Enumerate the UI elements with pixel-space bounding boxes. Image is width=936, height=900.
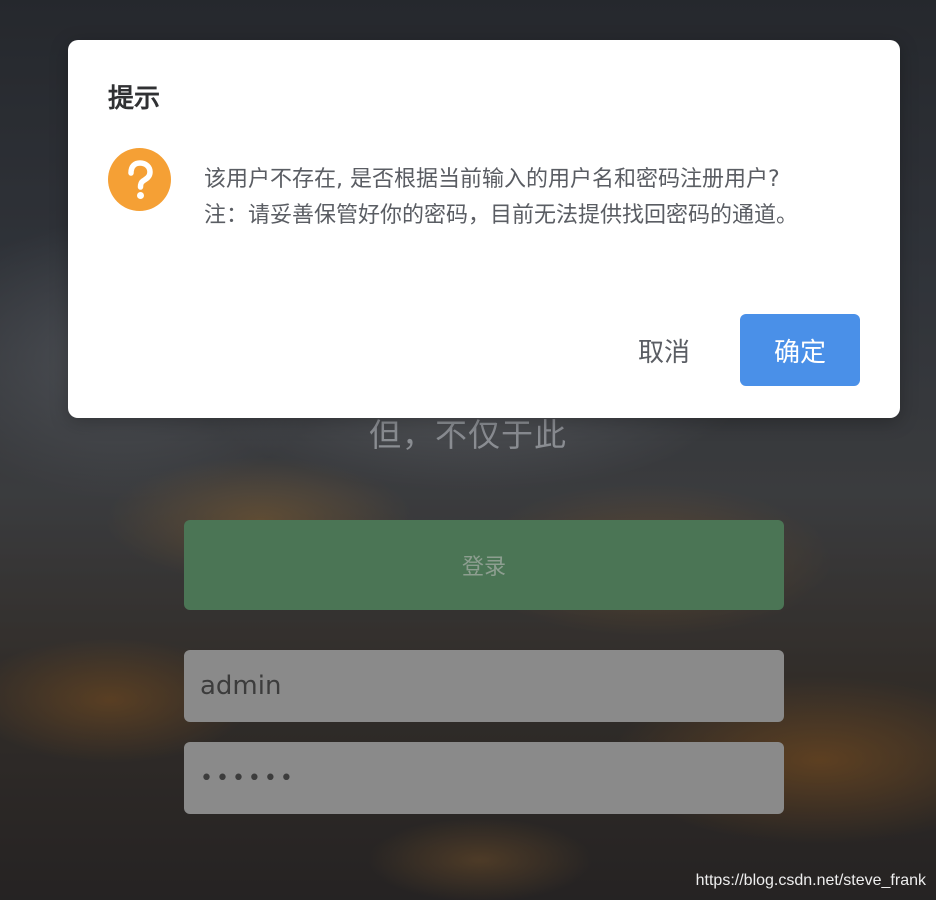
watermark: https://blog.csdn.net/steve_frank <box>695 872 926 889</box>
message-line-1: 该用户不存在, 是否根据当前输入的用户名和密码注册用户? <box>204 167 780 192</box>
confirm-dialog: 提示 该用户不存在, 是否根据当前输入的用户名和密码注册用户? 注：请妥善保管好… <box>68 40 900 418</box>
dialog-title: 提示 <box>108 84 161 114</box>
message-line-2: 注：请妥善保管好你的密码，目前无法提供找回密码的通道。 <box>204 203 799 228</box>
question-circle-icon <box>108 148 171 211</box>
username-input[interactable]: admin <box>184 650 784 722</box>
cancel-button[interactable]: 取消 <box>616 314 712 386</box>
login-page: 但，不仅于此 登录 admin •••••• https://blog.csdn… <box>0 0 936 900</box>
dialog-message: 该用户不存在, 是否根据当前输入的用户名和密码注册用户? 注：请妥善保管好你的密… <box>204 162 798 234</box>
password-value: •••••• <box>200 765 296 791</box>
password-input[interactable]: •••••• <box>184 742 784 814</box>
login-button[interactable]: 登录 <box>184 520 784 610</box>
confirm-button[interactable]: 确定 <box>740 314 860 386</box>
username-value: admin <box>200 671 282 701</box>
